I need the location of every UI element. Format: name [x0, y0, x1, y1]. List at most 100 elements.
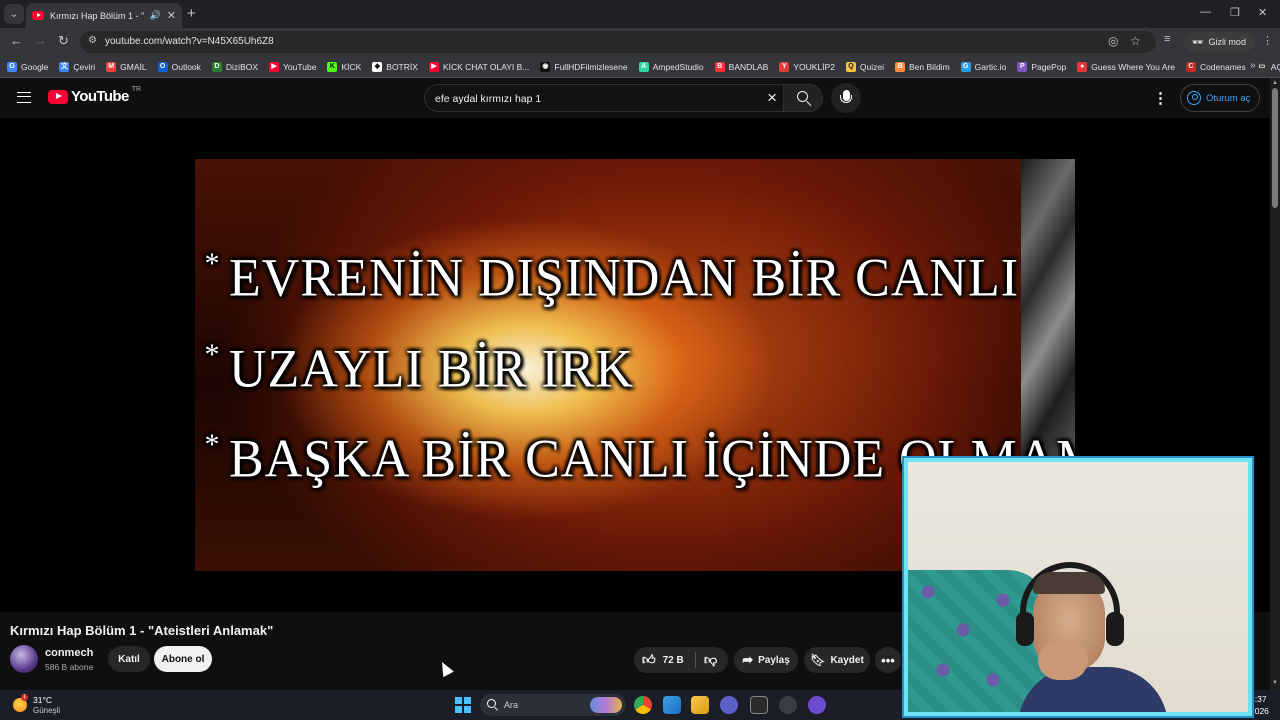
- subscribe-button[interactable]: Abone ol: [154, 646, 212, 672]
- more-actions-icon[interactable]: •••: [875, 647, 901, 673]
- taskbar-search[interactable]: Ara: [480, 694, 626, 716]
- bookmark-star-icon[interactable]: ☆: [1130, 34, 1141, 48]
- bookmark-label: YouTube: [283, 61, 317, 72]
- bookmark-item[interactable]: O Outlook: [157, 61, 201, 72]
- audio-playing-icon[interactable]: 🔊: [150, 10, 161, 21]
- bookmark-label: GMAİL: [120, 61, 147, 72]
- settings-kebab-icon[interactable]: ⋮: [1153, 89, 1168, 107]
- country-code: TR: [131, 86, 142, 93]
- file-explorer-icon[interactable]: [691, 696, 709, 714]
- epic-games-icon[interactable]: [750, 696, 768, 714]
- bookmark-label: Outlook: [171, 61, 201, 72]
- bookmark-item[interactable]: Y YOUKLİP2: [779, 61, 835, 72]
- bookmark-label: KİCK CHAT OLAYI B...: [442, 61, 530, 72]
- forward-arrow-icon[interactable]: →: [34, 33, 47, 48]
- bookmark-label: AÇILIŞ: [1270, 61, 1280, 72]
- bookmark-label: KİCK: [341, 61, 362, 72]
- search-input[interactable]: efe aydal kırmızı hap 1 ×: [424, 84, 783, 112]
- browser-toolbar: ← → ↻ ⚙ youtube.com/watch?v=N45X65Uh6Z8 …: [0, 28, 1280, 56]
- teams-app-icon[interactable]: [720, 696, 738, 714]
- bookmarks-overflow-icon[interactable]: »: [1250, 60, 1256, 71]
- incognito-indicator[interactable]: 🕶 Gizli mod: [1184, 32, 1254, 52]
- bookmark-item[interactable]: C Codenames: [1185, 61, 1246, 72]
- share-button[interactable]: ➦ Paylaş: [734, 647, 798, 673]
- clear-search-icon[interactable]: ×: [767, 88, 777, 108]
- scroll-down-icon[interactable]: ▼: [1272, 680, 1278, 686]
- back-arrow-icon[interactable]: ←: [10, 33, 23, 48]
- chrome-app-icon[interactable]: [634, 696, 652, 714]
- bookmark-favicon-icon: ▶: [428, 61, 439, 72]
- bookmark-item[interactable]: ▶ YouTube: [269, 61, 317, 72]
- tab-search-chevron-icon[interactable]: ⌄: [4, 4, 24, 24]
- page-scrollbar[interactable]: ▲ ▼: [1270, 78, 1280, 690]
- bookmark-label: YOUKLİP2: [793, 61, 835, 72]
- bookmark-item[interactable]: ▭AÇILIŞ: [1256, 61, 1280, 72]
- bookmark-favicon-icon: ◆: [372, 61, 383, 72]
- sign-in-button[interactable]: Oturum aç: [1180, 84, 1261, 112]
- media-controls-icon[interactable]: ≡: [1164, 33, 1170, 45]
- join-button[interactable]: Katıl: [108, 646, 150, 672]
- search-button[interactable]: [783, 84, 823, 112]
- bookmark-item[interactable]: Q Quizei: [845, 61, 884, 72]
- share-label: Paylaş: [758, 654, 790, 666]
- thumbs-down-icon[interactable]: 👎︎: [704, 652, 717, 668]
- bookmark-favicon-icon: O: [157, 61, 168, 72]
- youtube-logo[interactable]: YouTube TR: [48, 86, 142, 105]
- address-url[interactable]: youtube.com/watch?v=N45X65Uh6Z8: [105, 36, 274, 47]
- bookmark-item[interactable]: ● Guess Where You Are: [1077, 61, 1175, 72]
- bookmark-item[interactable]: B BANDLAB: [714, 61, 769, 72]
- bookmarks-bar: G Google 文 Çeviri M GMAİL O Outlook D DiziBOX ▶ You…: [0, 56, 1280, 78]
- reload-icon[interactable]: ↻: [58, 33, 69, 49]
- channel-avatar[interactable]: [10, 645, 38, 673]
- scroll-up-icon[interactable]: ▲: [1272, 80, 1278, 86]
- weather-description[interactable]: Güneşli: [33, 706, 60, 715]
- bookmark-item[interactable]: K KİCK: [327, 61, 362, 72]
- tab-active-video[interactable]: Kırmızı Hap Bölüm 1 - "Ateis 🔊 ✕: [26, 3, 182, 28]
- taskbar-time[interactable]: 4:37: [1250, 694, 1267, 704]
- bookmark-item[interactable]: ◆ BOTRİX: [372, 61, 418, 72]
- bookmark-item[interactable]: A AmpedStudio: [638, 61, 704, 72]
- scroll-thumb[interactable]: [1272, 88, 1278, 208]
- tab-close-icon[interactable]: ✕: [167, 9, 176, 22]
- minimize-icon[interactable]: —: [1200, 6, 1211, 18]
- bookmark-label: BOTRİX: [386, 61, 418, 72]
- bookmark-item[interactable]: ▶ KİCK CHAT OLAYI B...: [428, 61, 530, 72]
- caption-bullet: *: [204, 428, 220, 461]
- site-info-icon[interactable]: ⚙: [88, 35, 97, 46]
- new-tab-plus-icon[interactable]: +: [187, 5, 196, 22]
- channel-name[interactable]: conmech: [45, 647, 93, 659]
- caption-text: UZAYLI BİR IRK: [229, 340, 634, 399]
- bookmark-label: BANDLAB: [728, 61, 769, 72]
- bookmark-item[interactable]: D DiziBOX: [211, 61, 258, 72]
- like-button[interactable]: 👍︎ 72 B 👎︎: [634, 647, 728, 673]
- search-query[interactable]: efe aydal kırmızı hap 1: [435, 93, 541, 105]
- address-bar[interactable]: ⚙ youtube.com/watch?v=N45X65Uh6Z8 ◎ ☆: [80, 31, 1156, 53]
- bookmark-item[interactable]: B Ben Bildim: [895, 61, 950, 72]
- video-title: Kırmızı Hap Bölüm 1 - "Ateistleri Anlama…: [10, 623, 274, 638]
- streaming-app-icon[interactable]: [808, 696, 826, 714]
- voice-search-button[interactable]: [831, 83, 861, 113]
- bookmark-item[interactable]: 文 Çeviri: [59, 61, 95, 72]
- taskbar-date[interactable]: 2026: [1250, 706, 1269, 716]
- bookmark-label: PagePop: [1031, 61, 1067, 72]
- steam-app-icon[interactable]: [779, 696, 797, 714]
- bookmark-item[interactable]: G Gartic.io: [960, 61, 1006, 72]
- windows-start-icon[interactable]: [455, 697, 471, 713]
- bookmark-favicon-icon: B: [714, 61, 725, 72]
- save-button[interactable]: 🔖︎ Kaydet: [804, 647, 870, 673]
- bookmark-item[interactable]: M GMAİL: [106, 61, 147, 72]
- hamburger-menu-icon[interactable]: [17, 92, 31, 103]
- restore-icon[interactable]: ❐: [1230, 6, 1240, 19]
- bookmark-item[interactable]: G Google: [7, 61, 48, 72]
- bookmark-favicon-icon: M: [106, 61, 117, 72]
- photos-app-icon[interactable]: [663, 696, 681, 714]
- eye-slash-icon[interactable]: ◎: [1108, 34, 1118, 48]
- caption-bullet: *: [204, 338, 220, 371]
- temperature[interactable]: 31°C: [33, 695, 52, 705]
- share-arrow-icon: ➦: [742, 652, 754, 667]
- window-close-icon[interactable]: ✕: [1258, 6, 1267, 19]
- bookmark-item[interactable]: P PagePop: [1017, 61, 1067, 72]
- bookmark-label: Codenames: [1199, 61, 1246, 72]
- bookmark-item[interactable]: ◉ FullHDFilmizlesene: [540, 61, 628, 72]
- browser-menu-icon[interactable]: ⋮: [1262, 34, 1273, 47]
